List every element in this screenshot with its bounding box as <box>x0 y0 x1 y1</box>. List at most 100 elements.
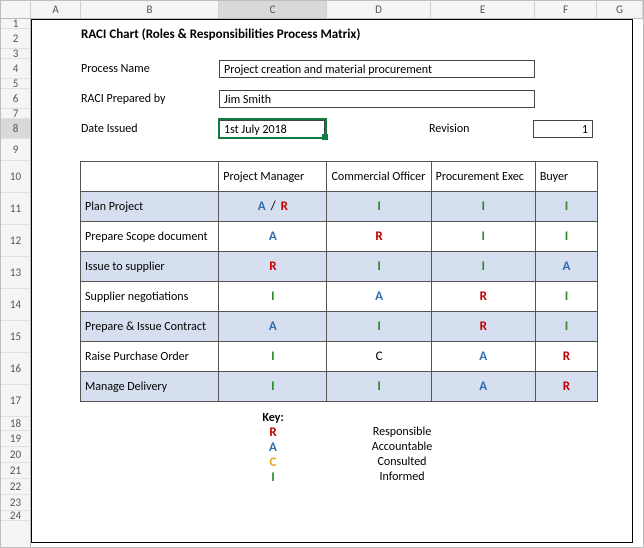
row-header[interactable]: 5 <box>1 79 30 89</box>
raci-header-row: Project Manager Commercial Officer Procu… <box>81 162 598 192</box>
row-header[interactable]: 7 <box>1 109 30 119</box>
raci-value-cell[interactable]: I <box>327 252 431 282</box>
raci-value-cell[interactable]: A / R <box>219 192 327 222</box>
task-name-cell[interactable]: Prepare & Issue Contract <box>81 312 219 342</box>
input-date-issued[interactable]: 1st July 2018 <box>219 120 325 138</box>
row-header[interactable]: 8 <box>1 119 30 139</box>
field-process-name: Process Name Project creation and materi… <box>81 59 535 79</box>
column-header-row: A B C D E F G <box>1 1 643 19</box>
raci-value-cell[interactable]: I <box>327 192 431 222</box>
raci-value-cell[interactable]: I <box>431 222 535 252</box>
raci-value-cell[interactable]: I <box>219 282 327 312</box>
input-prepared-by[interactable]: Jim Smith <box>219 90 535 108</box>
sheet-body[interactable]: RACI Chart (Roles & Responsibilities Pro… <box>31 19 643 547</box>
task-name-cell[interactable]: Raise Purchase Order <box>81 342 219 372</box>
row-header[interactable]: 11 <box>1 193 30 225</box>
page-title: RACI Chart (Roles & Responsibilities Pro… <box>81 27 360 42</box>
role-header[interactable]: Commercial Officer <box>327 162 431 192</box>
raci-value-cell[interactable]: A <box>327 282 431 312</box>
row-header[interactable]: 16 <box>1 353 30 385</box>
table-row: Raise Purchase OrderICAR <box>81 342 598 372</box>
column-header-e[interactable]: E <box>431 1 535 18</box>
row-header[interactable]: 1 <box>1 19 30 29</box>
task-name-cell[interactable]: Prepare Scope document <box>81 222 219 252</box>
key-row: IInformed <box>219 470 479 485</box>
table-row: Manage DeliveryIIAR <box>81 372 598 402</box>
key-text: Accountable <box>327 440 477 455</box>
raci-value-cell[interactable]: A <box>219 312 327 342</box>
row-header[interactable]: 22 <box>1 479 30 495</box>
column-header-f[interactable]: F <box>535 1 597 18</box>
key-text: Responsible <box>327 425 477 440</box>
key-row: AAccountable <box>219 440 479 455</box>
row-header[interactable]: 17 <box>1 385 30 417</box>
key-title: Key: <box>219 411 327 425</box>
label-revision: Revision <box>429 122 533 136</box>
key-letter: R <box>219 425 327 440</box>
raci-corner-cell[interactable] <box>81 162 219 192</box>
table-row: Prepare Scope documentARII <box>81 222 598 252</box>
column-header-g[interactable]: G <box>597 1 643 18</box>
field-prepared-by: RACI Prepared by Jim Smith <box>81 89 535 109</box>
table-row: Prepare & Issue ContractAIRI <box>81 312 598 342</box>
select-all-corner[interactable] <box>1 1 31 18</box>
raci-value-cell[interactable]: R <box>535 342 597 372</box>
raci-value-cell[interactable]: I <box>431 252 535 282</box>
raci-value-cell[interactable]: I <box>327 372 431 402</box>
row-header[interactable]: 14 <box>1 289 30 321</box>
raci-value-cell[interactable]: R <box>535 372 597 402</box>
input-process-name[interactable]: Project creation and material procuremen… <box>219 60 535 78</box>
row-header[interactable]: 20 <box>1 447 30 463</box>
row-header[interactable]: 24 <box>1 511 30 521</box>
column-header-c[interactable]: C <box>219 1 327 18</box>
row-header[interactable]: 6 <box>1 89 30 109</box>
task-name-cell[interactable]: Manage Delivery <box>81 372 219 402</box>
raci-value-cell[interactable]: I <box>535 192 597 222</box>
raci-value-cell[interactable]: A <box>431 372 535 402</box>
row-header[interactable]: 13 <box>1 257 30 289</box>
raci-value-cell[interactable]: R <box>219 252 327 282</box>
raci-value-cell[interactable]: A <box>431 342 535 372</box>
role-header[interactable]: Project Manager <box>219 162 327 192</box>
input-revision[interactable]: 1 <box>533 120 593 138</box>
row-header[interactable]: 2 <box>1 29 30 49</box>
role-header[interactable]: Procurement Exec <box>431 162 535 192</box>
row-header[interactable]: 3 <box>1 49 30 59</box>
row-header[interactable]: 18 <box>1 417 30 431</box>
table-row: Issue to supplierRIIA <box>81 252 598 282</box>
label-prepared-by: RACI Prepared by <box>81 92 219 106</box>
row-header[interactable]: 19 <box>1 431 30 447</box>
raci-value-cell[interactable]: A <box>219 222 327 252</box>
row-header[interactable]: 21 <box>1 463 30 479</box>
row-header[interactable]: 4 <box>1 59 30 79</box>
task-name-cell[interactable]: Plan Project <box>81 192 219 222</box>
row-header[interactable]: 9 <box>1 139 30 161</box>
key-block: Key: RResponsibleAAccountableCConsultedI… <box>219 411 479 485</box>
task-name-cell[interactable]: Supplier negotiations <box>81 282 219 312</box>
raci-value-cell[interactable]: I <box>535 312 597 342</box>
column-header-a[interactable]: A <box>31 1 81 18</box>
label-process-name: Process Name <box>81 62 219 76</box>
raci-value-cell[interactable]: R <box>327 222 431 252</box>
raci-value-cell[interactable]: I <box>219 342 327 372</box>
raci-value-cell[interactable]: A <box>535 252 597 282</box>
row-header[interactable]: 10 <box>1 161 30 193</box>
spreadsheet-window: A B C D E F G 12345678910111213141516171… <box>0 0 644 548</box>
raci-value-cell[interactable]: C <box>327 342 431 372</box>
raci-value-cell[interactable]: R <box>431 282 535 312</box>
row-header[interactable]: 12 <box>1 225 30 257</box>
key-row: RResponsible <box>219 425 479 440</box>
row-header[interactable]: 15 <box>1 321 30 353</box>
label-date-issued: Date Issued <box>81 122 219 136</box>
row-header-col: 123456789101112131415161718192021222324 <box>1 19 31 547</box>
role-header[interactable]: Buyer <box>535 162 597 192</box>
raci-value-cell[interactable]: I <box>219 372 327 402</box>
raci-value-cell[interactable]: I <box>431 192 535 222</box>
raci-value-cell[interactable]: I <box>535 222 597 252</box>
raci-value-cell[interactable]: I <box>535 282 597 312</box>
column-header-b[interactable]: B <box>81 1 219 18</box>
raci-value-cell[interactable]: I <box>327 312 431 342</box>
column-header-d[interactable]: D <box>327 1 431 18</box>
raci-value-cell[interactable]: R <box>431 312 535 342</box>
task-name-cell[interactable]: Issue to supplier <box>81 252 219 282</box>
